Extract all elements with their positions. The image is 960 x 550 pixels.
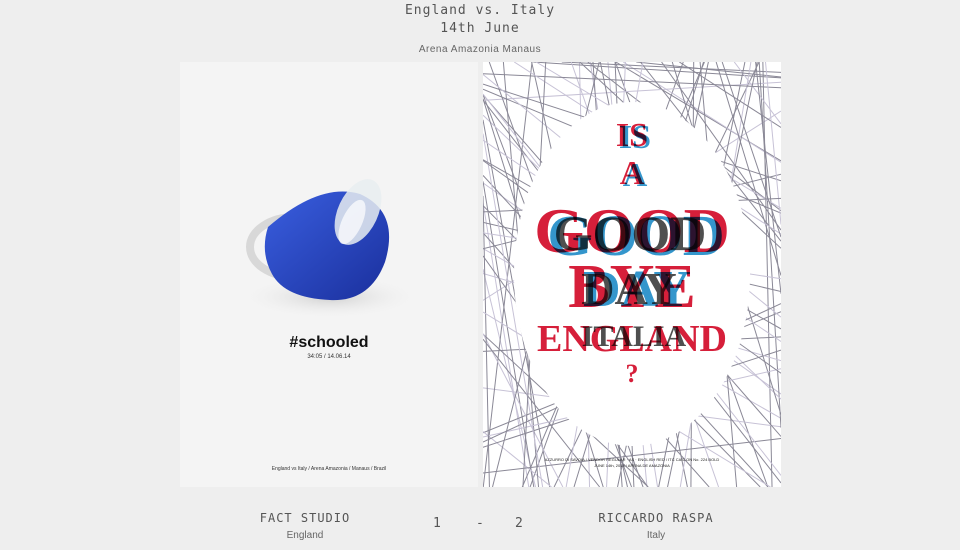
word-is-blue: IS [618,119,652,156]
score-left: 1 [433,516,441,531]
word-day-dark: DAY [581,263,677,314]
question-mark: ? [625,359,639,388]
hashtag-headline: #schooled [289,334,369,351]
designer-right-country: Italy [646,530,666,541]
match-title: England vs. Italy [404,3,556,18]
score-separator: - [476,516,484,531]
credit-line-2: JUNE 14th, 2014 / ARENA DE AMAZONIA [594,463,670,468]
pacifier-illustration [240,179,420,319]
word-a-blue: A [622,157,648,194]
match-date: 14th June [440,21,520,36]
designer-right-name[interactable]: RICCARDO RASPA [566,511,746,525]
designer-left-country: England [286,530,324,541]
poster-credit: AZZURRO DI SAVOIA / VENDOR REGULAR · AS … [483,457,781,469]
poster-footer: England vs Italy / Arena Amazonia / Mana… [271,466,387,472]
poster-time: 34:05 / 14.06.14 [307,354,351,360]
match-venue: Arena Amazonia Manaus [418,44,542,55]
score-right: 2 [515,516,523,531]
poster-italy[interactable]: IS IS A A GOOD GOOD GOOD BYE DAY DAY ENG… [483,62,781,487]
designer-left-name[interactable]: FACT STUDIO [215,511,395,525]
poster-england[interactable]: #schooled 34:05 / 14.06.14 England vs It… [180,62,478,487]
word-italia: ITALIA [581,320,687,353]
